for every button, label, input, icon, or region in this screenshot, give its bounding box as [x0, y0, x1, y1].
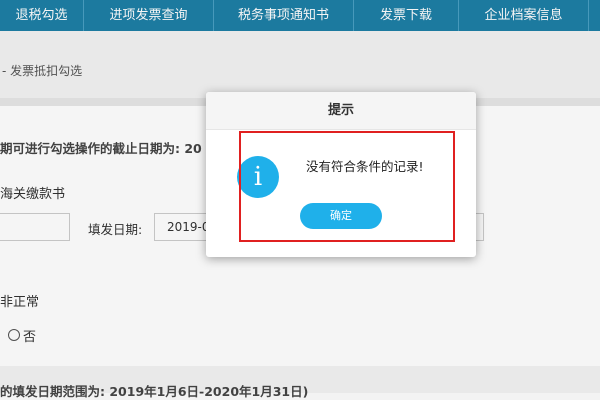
highlight-box	[239, 131, 455, 242]
dialog-title: 提示	[206, 92, 476, 130]
